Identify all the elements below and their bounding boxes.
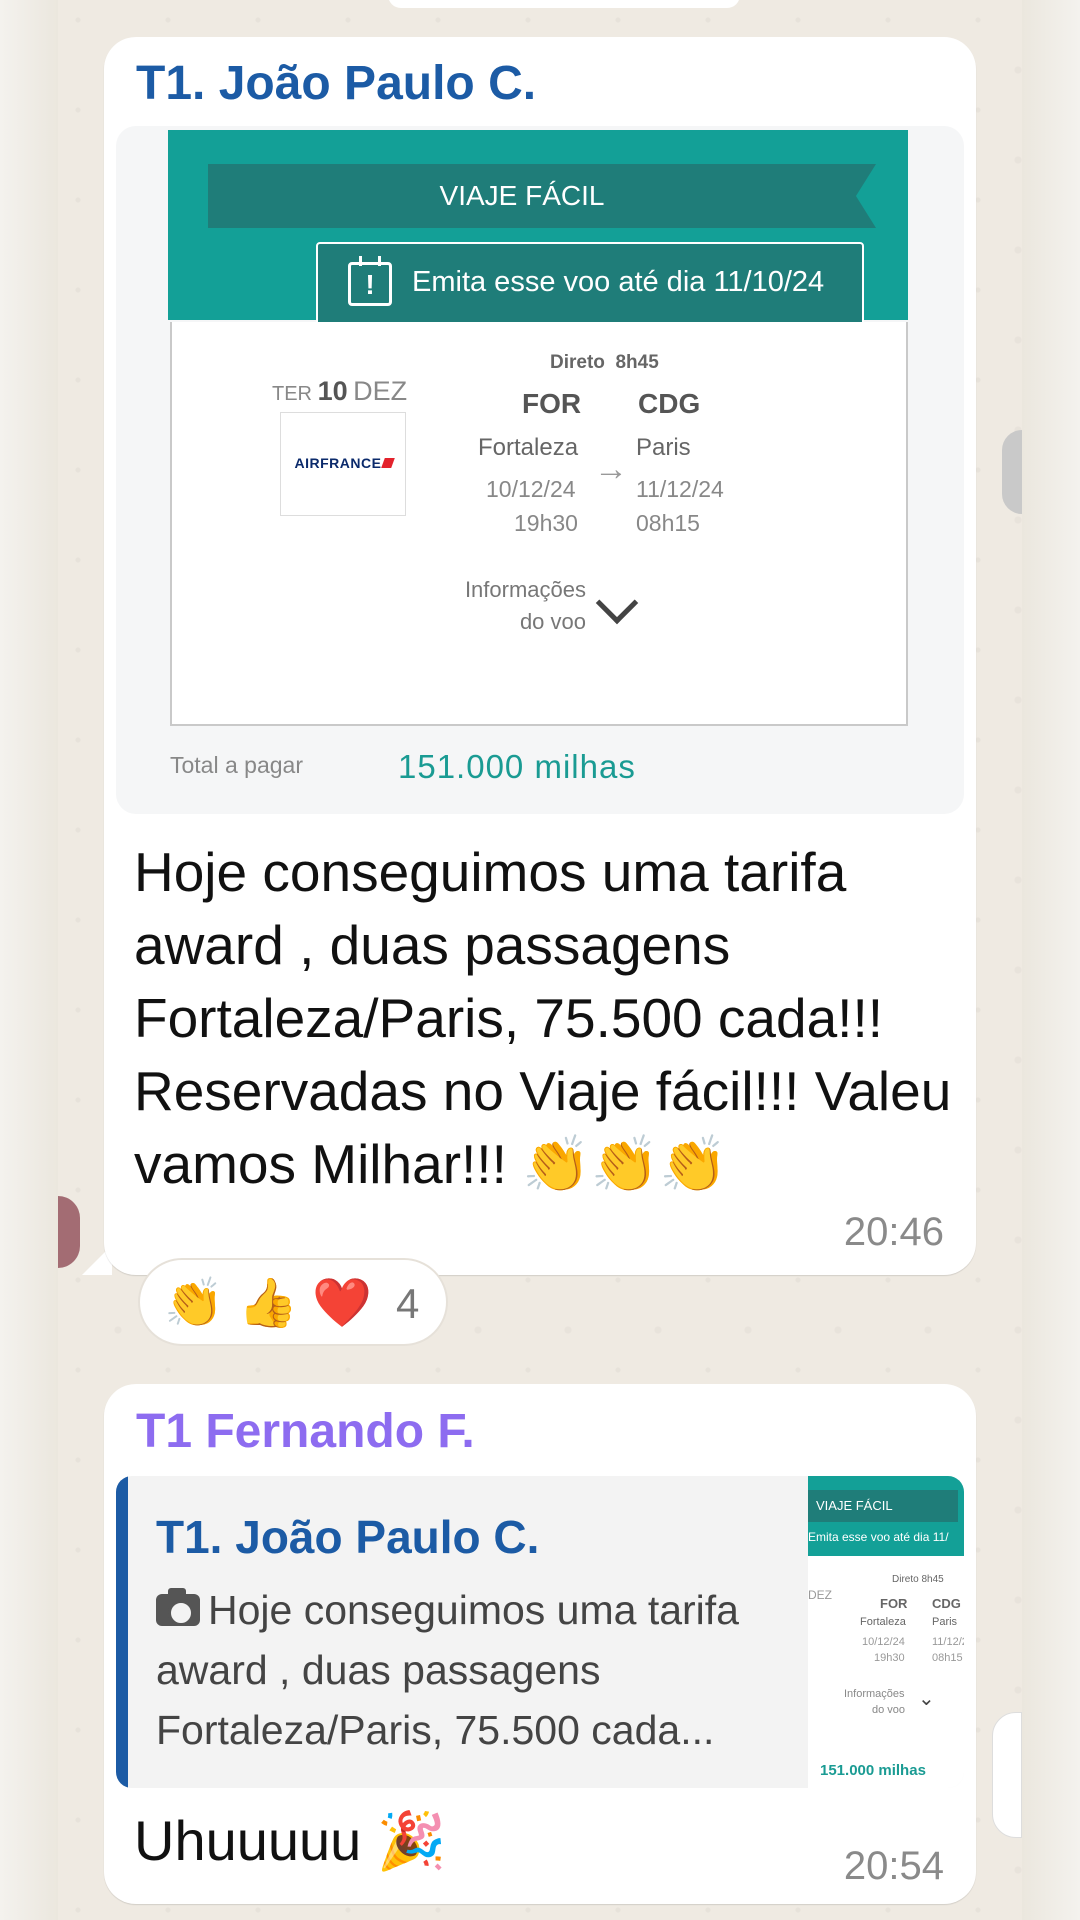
deadline-text: Emita esse voo até dia 11/10/24 (412, 266, 825, 298)
thumb-month: DEZ (808, 1588, 832, 1602)
departure-date: 10/12/24 (486, 476, 576, 502)
quoted-image-thumbnail: VIAJE FÁCIL Emita esse voo até dia 11/ D… (808, 1476, 964, 1788)
thumb-deadline: Emita esse voo até dia 11/ (808, 1530, 949, 1544)
quoted-message[interactable]: T1. João Paulo C. Hoje conseguimos uma t… (116, 1476, 964, 1788)
thumb-to-date: 11/12/2 (932, 1636, 964, 1648)
thumbs-up-reaction: 👍 (238, 1277, 298, 1330)
clap-reaction: 👏 (164, 1277, 224, 1330)
heart-reaction: ❤️ (312, 1277, 372, 1330)
airline-logo-box: AIRFRANCE (280, 412, 406, 516)
origin-code: FOR (522, 388, 582, 419)
flight-type: Direto 8h45 (550, 352, 659, 373)
destination-city: Paris (636, 434, 691, 461)
message-time: 20:46 (843, 1210, 944, 1254)
quote-bar (116, 1476, 128, 1788)
thumb-to-code: CDG (932, 1596, 961, 1611)
flight-info-label: Informações do voo (464, 577, 586, 634)
thumb-info2: do voo (872, 1704, 906, 1716)
thumb-from-code: FOR (880, 1596, 908, 1611)
air-france-logo: AIRFRANCE (287, 455, 401, 471)
arrival-time: 08h15 (636, 510, 700, 536)
deadline-box: ! Emita esse voo até dia 11/10/24 (316, 242, 864, 326)
banner-title: VIAJE FÁCIL (439, 180, 605, 211)
image-header: VIAJE FÁCIL ! Emita esse voo até dia 11/… (168, 130, 908, 326)
quoted-text: Hoje conseguimos uma tarifa award , duas… (156, 1587, 739, 1753)
departure-time: 19h30 (514, 510, 578, 536)
sender-name[interactable]: T1 Fernando F. (136, 1404, 475, 1459)
calendar-alert-icon: ! (348, 256, 392, 306)
thumb-info1: Informações (844, 1688, 905, 1700)
total-label: Total a pagar (170, 752, 303, 778)
destination-code: CDG (638, 388, 701, 419)
flight-date: TER 10 DEZ (272, 376, 408, 406)
message-text: Uhuuuuu 🎉 (134, 1809, 447, 1872)
arrival-date: 11/12/24 (636, 476, 724, 502)
thumb-total: 151.000 milhas (820, 1762, 926, 1779)
message-time: 20:54 (843, 1844, 944, 1888)
thumb-direct: Direto 8h45 (892, 1574, 944, 1585)
thumb-from-time: 19h30 (874, 1652, 905, 1664)
thumb-from-date: 10/12/24 (862, 1636, 905, 1648)
thumb-to-time: 08h15 (932, 1652, 963, 1664)
reactions-bar[interactable]: 👏 👍 ❤️ 4 (138, 1258, 448, 1346)
thumb-banner: VIAJE FÁCIL (808, 1490, 958, 1522)
right-edge (1022, 0, 1080, 1920)
scroll-indicator[interactable] (1002, 430, 1022, 514)
previous-message-edge (388, 0, 740, 8)
arrow-right-icon: → (594, 450, 628, 488)
attached-image[interactable]: VIAJE FÁCIL ! Emita esse voo até dia 11/… (116, 126, 964, 814)
message-text: Hoje conseguimos uma tarifa award , duas… (134, 841, 952, 1195)
total-value: 151.000 milhas (398, 748, 636, 785)
thumb-from-city: Fortaleza (860, 1616, 906, 1628)
camera-icon (156, 1588, 200, 1626)
reaction-count: 4 (396, 1280, 420, 1327)
sender-name[interactable]: T1. João Paulo C. (136, 56, 536, 111)
avatar[interactable] (58, 1196, 80, 1268)
side-button-edge[interactable] (992, 1712, 1022, 1838)
thumb-chevron-icon: ⌄ (918, 1688, 935, 1710)
origin-city: Fortaleza (478, 434, 579, 461)
quoted-sender: T1. João Paulo C. (156, 1511, 540, 1563)
left-edge (0, 0, 58, 1920)
thumb-to-city: Paris (932, 1616, 958, 1628)
